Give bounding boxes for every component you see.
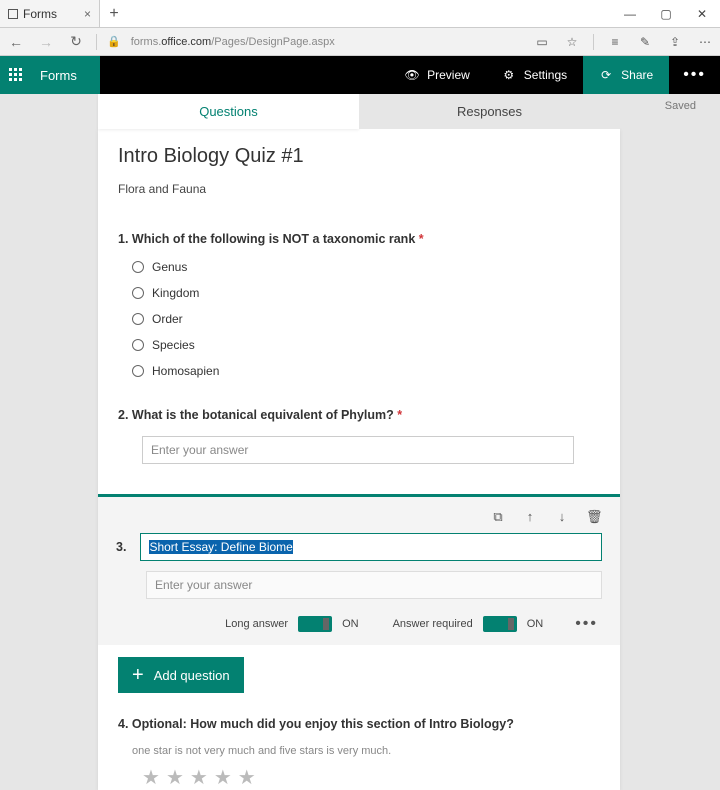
q1-option[interactable]: Kingdom — [132, 286, 600, 300]
tab-close-icon[interactable]: × — [84, 7, 91, 21]
reader-icon[interactable]: ▭ — [533, 35, 551, 49]
radio-icon — [132, 339, 144, 351]
settings-button[interactable]: ⚙ Settings — [486, 56, 583, 94]
q4-rating: ★ ★ ★ ★ ★ — [118, 765, 600, 790]
radio-icon — [132, 287, 144, 299]
share-icon: ⟳ — [599, 68, 613, 82]
notes-icon[interactable]: ✎ — [636, 35, 654, 49]
gear-icon: ⚙ — [502, 68, 516, 82]
app-brand[interactable]: Forms — [32, 56, 100, 94]
saved-indicator: Saved — [665, 100, 696, 112]
question-2: 2. What is the botanical equivalent of P… — [118, 408, 600, 464]
close-window-button[interactable]: ✕ — [684, 0, 720, 27]
copy-question-icon[interactable]: ⧉ — [490, 509, 506, 525]
radio-icon — [132, 313, 144, 325]
tab-title: Forms — [23, 7, 57, 21]
address-bar[interactable]: forms.office.com/Pages/DesignPage.aspx — [131, 36, 523, 48]
minimize-button[interactable]: — — [612, 0, 648, 27]
preview-button[interactable]: 👁 Preview — [389, 56, 486, 94]
tab-responses[interactable]: Responses — [359, 94, 620, 129]
q1-option[interactable]: Species — [132, 338, 600, 352]
question-3-number: 3. — [116, 540, 126, 554]
share-label: Share — [621, 68, 653, 82]
more-browser-icon[interactable]: ⋯ — [696, 35, 714, 49]
star-icon[interactable]: ★ — [166, 765, 184, 790]
form-card: Intro Biology Quiz #1 Flora and Fauna 1.… — [98, 129, 620, 790]
q3-answer-input[interactable]: Enter your answer — [146, 571, 602, 599]
star-icon[interactable]: ★ — [238, 765, 256, 790]
move-up-icon[interactable]: ↑ — [522, 509, 538, 525]
form-description[interactable]: Flora and Fauna — [118, 182, 600, 196]
toggle-on-label: ON — [342, 618, 359, 630]
favorite-icon[interactable]: ☆ — [563, 35, 581, 49]
app-launcher-icon[interactable] — [0, 56, 32, 94]
browser-tab[interactable]: Forms × — [0, 0, 100, 27]
radio-icon — [132, 365, 144, 377]
toggle-on-label: ON — [527, 618, 544, 630]
preview-label: Preview — [427, 68, 470, 82]
tab-questions[interactable]: Questions — [98, 94, 359, 129]
more-button[interactable]: ••• — [669, 56, 720, 94]
question-1-label: 1. Which of the following is NOT a taxon… — [118, 232, 600, 246]
question-4-subtitle: one star is not very much and five stars… — [118, 745, 600, 757]
star-icon[interactable]: ★ — [214, 765, 232, 790]
required-icon: * — [419, 232, 424, 246]
delete-question-icon[interactable]: 🗑 — [586, 509, 602, 525]
app-header: Forms 👁 Preview ⚙ Settings ⟳ Share ••• — [0, 56, 720, 94]
eye-icon: 👁 — [405, 68, 419, 82]
hub-icon[interactable]: ≡ — [606, 35, 624, 49]
plus-icon: + — [132, 664, 144, 687]
share-button[interactable]: ⟳ Share — [583, 56, 669, 94]
q2-answer-input[interactable]: Enter your answer — [142, 436, 574, 464]
form-title[interactable]: Intro Biology Quiz #1 — [118, 145, 600, 168]
q1-option[interactable]: Homosapien — [132, 364, 600, 378]
radio-icon — [132, 261, 144, 273]
star-icon[interactable]: ★ — [190, 765, 208, 790]
share-browser-icon[interactable]: ⇪ — [666, 35, 684, 49]
window-titlebar: Forms × + — ▢ ✕ — [0, 0, 720, 28]
tab-favicon — [8, 9, 18, 19]
back-button[interactable]: ← — [6, 34, 26, 50]
answer-required-label: Answer required — [393, 618, 473, 630]
question-1: 1. Which of the following is NOT a taxon… — [118, 232, 600, 378]
q1-option[interactable]: Genus — [132, 260, 600, 274]
long-answer-label: Long answer — [225, 618, 288, 630]
new-tab-button[interactable]: + — [100, 0, 128, 27]
question-3-editing: ⧉ ↑ ↓ 🗑 3. Short Essay: Define Biome Ent… — [98, 494, 620, 645]
question-4-label: 4. Optional: How much did you enjoy this… — [118, 717, 600, 731]
window-controls: — ▢ ✕ — [612, 0, 720, 27]
add-question-label: Add question — [154, 668, 230, 683]
long-answer-toggle[interactable] — [298, 616, 332, 632]
lock-icon: 🔒 — [107, 35, 121, 48]
refresh-button[interactable]: ↻ — [66, 33, 86, 50]
question-2-label: 2. What is the botanical equivalent of P… — [118, 408, 600, 422]
q3-title-input[interactable]: Short Essay: Define Biome — [140, 533, 602, 561]
settings-label: Settings — [524, 68, 567, 82]
question-more-icon[interactable]: ••• — [571, 615, 602, 633]
forward-button[interactable]: → — [36, 34, 56, 50]
required-icon: * — [397, 408, 402, 422]
star-icon[interactable]: ★ — [142, 765, 160, 790]
move-down-icon[interactable]: ↓ — [554, 509, 570, 525]
maximize-button[interactable]: ▢ — [648, 0, 684, 27]
answer-required-toggle[interactable] — [483, 616, 517, 632]
add-question-button[interactable]: + Add question — [118, 657, 244, 693]
browser-toolbar: ← → ↻ 🔒 forms.office.com/Pages/DesignPag… — [0, 28, 720, 56]
content-area: Saved Questions Responses Intro Biology … — [0, 94, 720, 790]
q1-option[interactable]: Order — [132, 312, 600, 326]
form-tabs: Questions Responses — [98, 94, 620, 129]
